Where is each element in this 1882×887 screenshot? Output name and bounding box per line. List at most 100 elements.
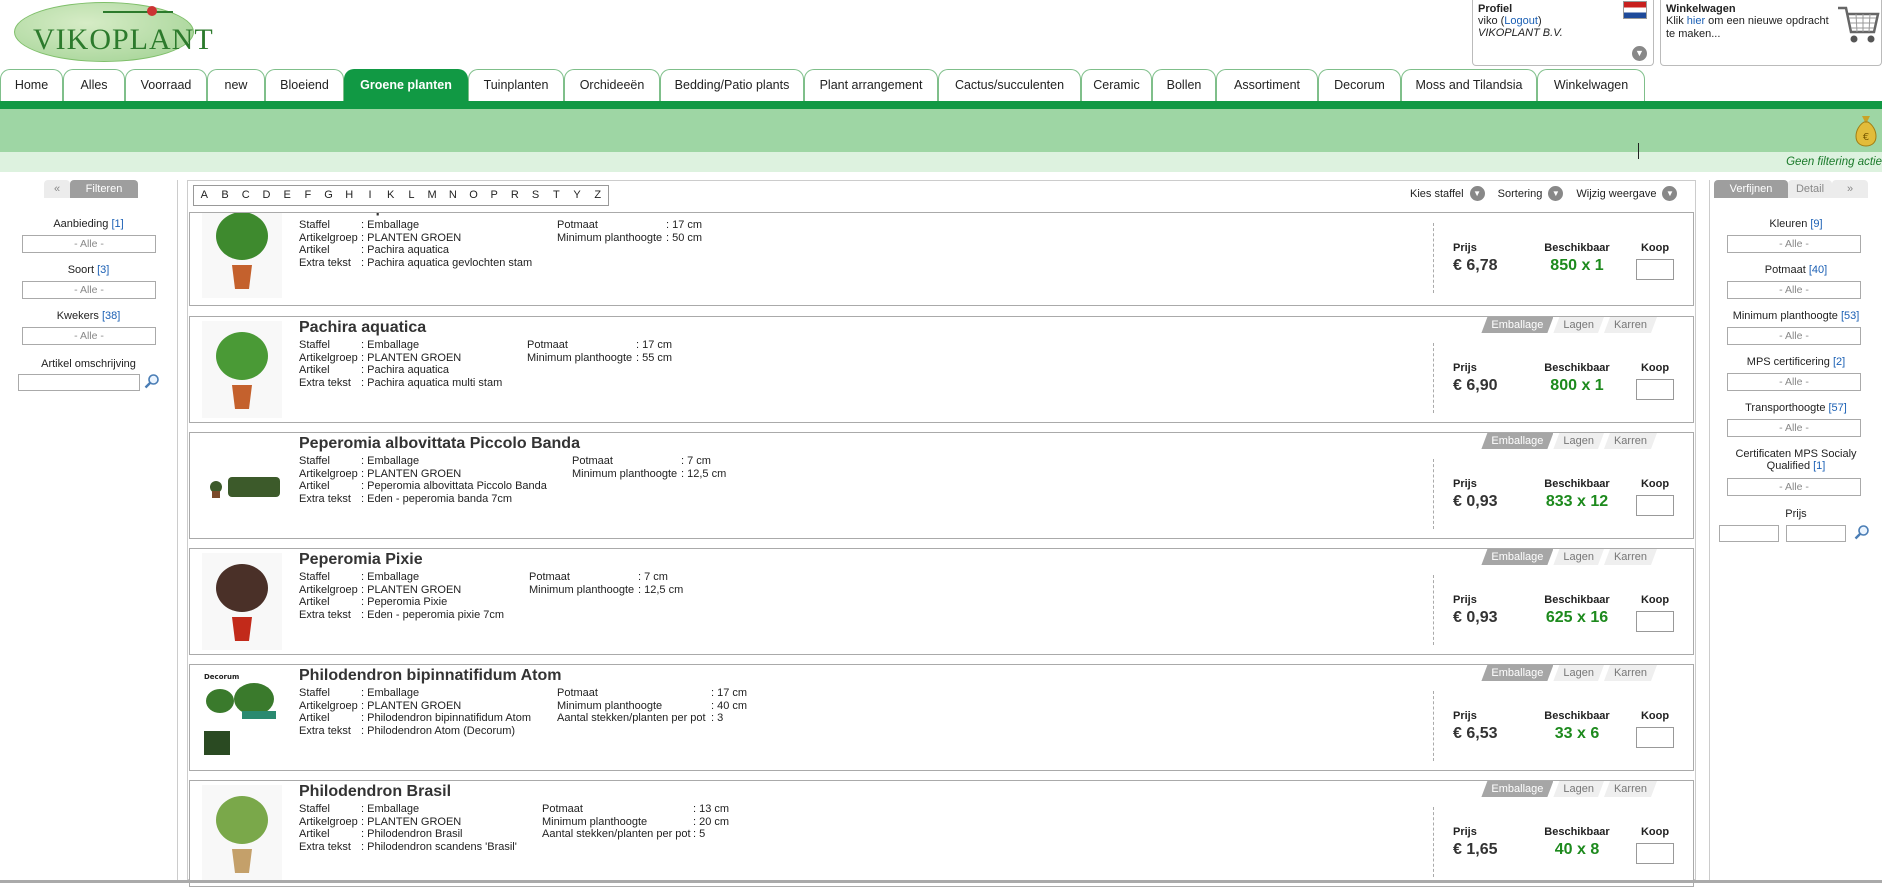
price-search-icon[interactable] (1854, 524, 1870, 540)
product-name[interactable]: Peperomia albovittata Piccolo Banda (299, 435, 580, 453)
right-filter-select[interactable]: - Alle - (1727, 235, 1861, 253)
search-icon[interactable] (144, 373, 160, 389)
profile-chevron-down-icon[interactable]: ▼ (1632, 46, 1647, 61)
buy-quantity-input[interactable] (1636, 843, 1674, 864)
tab-filteren[interactable]: Filteren (70, 180, 138, 198)
product-name[interactable]: Peperomia Pixie (299, 551, 423, 569)
letter-p[interactable]: P (484, 186, 505, 205)
letter-l[interactable]: L (401, 186, 422, 205)
view-lagen-tab[interactable]: Lagen (1553, 781, 1604, 797)
tab-bloeiend[interactable]: Bloeiend (265, 69, 344, 101)
left-filter-select[interactable]: - Alle - (22, 235, 156, 253)
product-name[interactable]: Pachira aquatica (299, 213, 426, 217)
view-lagen-tab[interactable]: Lagen (1553, 212, 1604, 213)
price-min-input[interactable] (1719, 525, 1779, 542)
letter-n[interactable]: N (442, 186, 463, 205)
right-filter-select[interactable]: - Alle - (1727, 281, 1861, 299)
letter-i[interactable]: I (360, 186, 381, 205)
right-filter-select[interactable]: - Alle - (1727, 373, 1861, 391)
view-lagen-tab[interactable]: Lagen (1553, 317, 1604, 333)
tab-assortiment[interactable]: Assortiment (1216, 69, 1318, 101)
buy-quantity-input[interactable] (1636, 495, 1674, 516)
view-lagen-tab[interactable]: Lagen (1553, 433, 1604, 449)
product-image[interactable] (202, 437, 282, 534)
product-image[interactable]: Decorum (202, 669, 282, 766)
letter-e[interactable]: E (277, 186, 298, 205)
letter-m[interactable]: M (422, 186, 443, 205)
letter-t[interactable]: T (546, 186, 567, 205)
left-filter-select[interactable]: - Alle - (22, 327, 156, 345)
tab-ceramic[interactable]: Ceramic (1081, 69, 1152, 101)
product-image[interactable] (202, 553, 282, 650)
product-image[interactable] (202, 785, 282, 882)
price-max-input[interactable] (1786, 525, 1846, 542)
letter-k[interactable]: K (380, 186, 401, 205)
view-lagen-tab[interactable]: Lagen (1553, 665, 1604, 681)
letter-y[interactable]: Y (567, 186, 588, 205)
tab-moss-and-tilandsia[interactable]: Moss and Tilandsia (1401, 69, 1537, 101)
tab-voorraad[interactable]: Voorraad (125, 69, 207, 101)
view-karren-tab[interactable]: Karren (1604, 317, 1657, 333)
tab-plant-arrangement[interactable]: Plant arrangement (804, 69, 938, 101)
view-emballage-tab[interactable]: Emballage (1481, 549, 1553, 565)
expand-right-icon[interactable]: » (1832, 180, 1868, 198)
right-filter-select[interactable]: - Alle - (1727, 419, 1861, 437)
staffel-dropdown-icon[interactable]: ▼ (1469, 186, 1485, 201)
letter-h[interactable]: H (339, 186, 360, 205)
dutch-flag-icon[interactable] (1623, 1, 1647, 19)
letter-r[interactable]: R (505, 186, 526, 205)
buy-quantity-input[interactable] (1636, 379, 1674, 400)
money-bag-icon[interactable]: € (1852, 114, 1880, 148)
letter-o[interactable]: O (463, 186, 484, 205)
tab-bedding-patio-plants[interactable]: Bedding/Patio plants (660, 69, 804, 101)
view-lagen-tab[interactable]: Lagen (1553, 549, 1604, 565)
tab-winkelwagen[interactable]: Winkelwagen (1537, 69, 1645, 101)
cart-here-link[interactable]: hier (1687, 15, 1705, 27)
tab-bollen[interactable]: Bollen (1152, 69, 1216, 101)
letter-b[interactable]: B (215, 186, 236, 205)
tab-cactus-succulenten[interactable]: Cactus/succulenten (938, 69, 1081, 101)
right-filter-select[interactable]: - Alle - (1727, 478, 1861, 496)
letter-s[interactable]: S (525, 186, 546, 205)
tab-groene-planten[interactable]: Groene planten (344, 69, 468, 101)
letter-f[interactable]: F (298, 186, 319, 205)
view-emballage-tab[interactable]: Emballage (1481, 665, 1553, 681)
buy-quantity-input[interactable] (1636, 611, 1674, 632)
view-emballage-tab[interactable]: Emballage (1481, 317, 1553, 333)
view-emballage-tab[interactable]: Emballage (1481, 781, 1553, 797)
tab-new[interactable]: new (207, 69, 265, 101)
shopping-cart-icon[interactable] (1836, 2, 1880, 46)
tab-orchidee-n[interactable]: Orchideeën (564, 69, 660, 101)
buy-quantity-input[interactable] (1636, 259, 1674, 280)
view-emballage-tab[interactable]: Emballage (1481, 433, 1553, 449)
right-filter-select[interactable]: - Alle - (1727, 327, 1861, 345)
view-karren-tab[interactable]: Karren (1604, 781, 1657, 797)
tab-decorum[interactable]: Decorum (1318, 69, 1401, 101)
left-filter-select[interactable]: - Alle - (22, 281, 156, 299)
product-image[interactable] (202, 321, 282, 418)
letter-c[interactable]: C (235, 186, 256, 205)
vikoplant-logo[interactable]: VIKOPLANT (14, 2, 213, 62)
letter-g[interactable]: G (318, 186, 339, 205)
collapse-left-icon[interactable]: « (44, 180, 70, 198)
tab-detail[interactable]: Detail (1788, 180, 1832, 198)
view-karren-tab[interactable]: Karren (1604, 549, 1657, 565)
tab-alles[interactable]: Alles (63, 69, 125, 101)
tab-home[interactable]: Home (0, 69, 63, 101)
tab-tuinplanten[interactable]: Tuinplanten (468, 69, 564, 101)
letter-a[interactable]: A (194, 186, 215, 205)
view-emballage-tab[interactable]: Emballage (1481, 212, 1553, 213)
tab-verfijnen[interactable]: Verfijnen (1714, 180, 1788, 198)
product-name[interactable]: Philodendron bipinnatifidum Atom (299, 667, 561, 685)
artikel-search-input[interactable] (18, 374, 140, 391)
buy-quantity-input[interactable] (1636, 727, 1674, 748)
sort-dropdown-icon[interactable]: ▼ (1548, 186, 1564, 201)
product-image[interactable] (202, 212, 282, 298)
view-karren-tab[interactable]: Karren (1604, 433, 1657, 449)
logout-link[interactable]: Logout (1504, 15, 1538, 27)
view-karren-tab[interactable]: Karren (1604, 212, 1657, 213)
view-dropdown-icon[interactable]: ▼ (1662, 186, 1678, 201)
letter-d[interactable]: D (256, 186, 277, 205)
letter-z[interactable]: Z (587, 186, 608, 205)
view-karren-tab[interactable]: Karren (1604, 665, 1657, 681)
